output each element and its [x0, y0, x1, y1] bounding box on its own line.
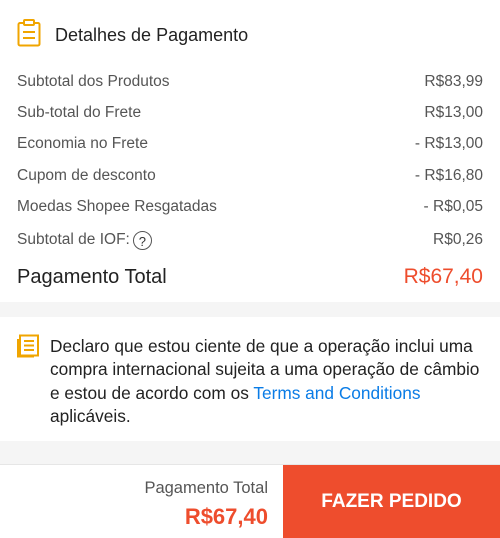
- row-label: Subtotal de IOF:: [17, 231, 130, 248]
- payment-total-value: R$67,40: [403, 265, 483, 288]
- row-label: Moedas Shopee Resgatadas: [17, 198, 217, 215]
- row-value: R$83,99: [424, 73, 483, 90]
- row-shopee-coins: Moedas Shopee Resgatadas - R$0,05: [17, 196, 483, 218]
- payment-total-row: Pagamento Total R$67,40: [17, 262, 483, 292]
- checkout-total-value: R$67,40: [184, 504, 268, 529]
- clipboard-icon: [17, 18, 41, 52]
- iof-label-group: Subtotal de IOF: ?: [17, 230, 152, 250]
- payment-details-title: Detalhes de Pagamento: [55, 24, 249, 45]
- question-circle-icon[interactable]: ?: [132, 230, 152, 250]
- row-products-subtotal: Subtotal dos Produtos R$83,99: [17, 71, 483, 93]
- row-label: Economia no Frete: [17, 135, 148, 152]
- payment-total-label: Pagamento Total: [17, 265, 167, 288]
- row-label: Subtotal dos Produtos: [17, 73, 170, 90]
- row-value: R$13,00: [424, 104, 483, 121]
- row-value: - R$0,05: [423, 198, 483, 215]
- terms-link[interactable]: Terms and Conditions: [253, 383, 420, 403]
- row-shipping-savings: Economia no Frete - R$13,00: [17, 133, 483, 155]
- payment-details-header: Detalhes de Pagamento: [17, 18, 249, 52]
- row-shipping-subtotal: Sub-total do Frete R$13,00: [17, 102, 483, 124]
- document-icon: [16, 334, 40, 363]
- row-value: R$0,26: [433, 231, 483, 248]
- row-iof-subtotal: Subtotal de IOF: ? R$0,26: [17, 229, 483, 251]
- row-label: Cupom de desconto: [17, 167, 156, 184]
- row-value: - R$13,00: [414, 135, 483, 152]
- checkout-total-label: Pagamento Total: [144, 479, 268, 497]
- row-label: Sub-total do Frete: [17, 104, 142, 121]
- declaration-text-after: aplicáveis.: [50, 405, 131, 426]
- row-coupon-discount: Cupom de desconto - R$16,80: [17, 165, 483, 187]
- place-order-button[interactable]: FAZER PEDIDO: [283, 465, 500, 538]
- checkout-bar: Pagamento Total R$67,40 FAZER PEDIDO: [0, 464, 500, 538]
- payment-details-card: Detalhes de Pagamento Subtotal dos Produ…: [0, 0, 500, 302]
- row-value: - R$16,80: [414, 167, 483, 184]
- declaration-text: Declaro que estou ciente de que a operaç…: [50, 335, 485, 428]
